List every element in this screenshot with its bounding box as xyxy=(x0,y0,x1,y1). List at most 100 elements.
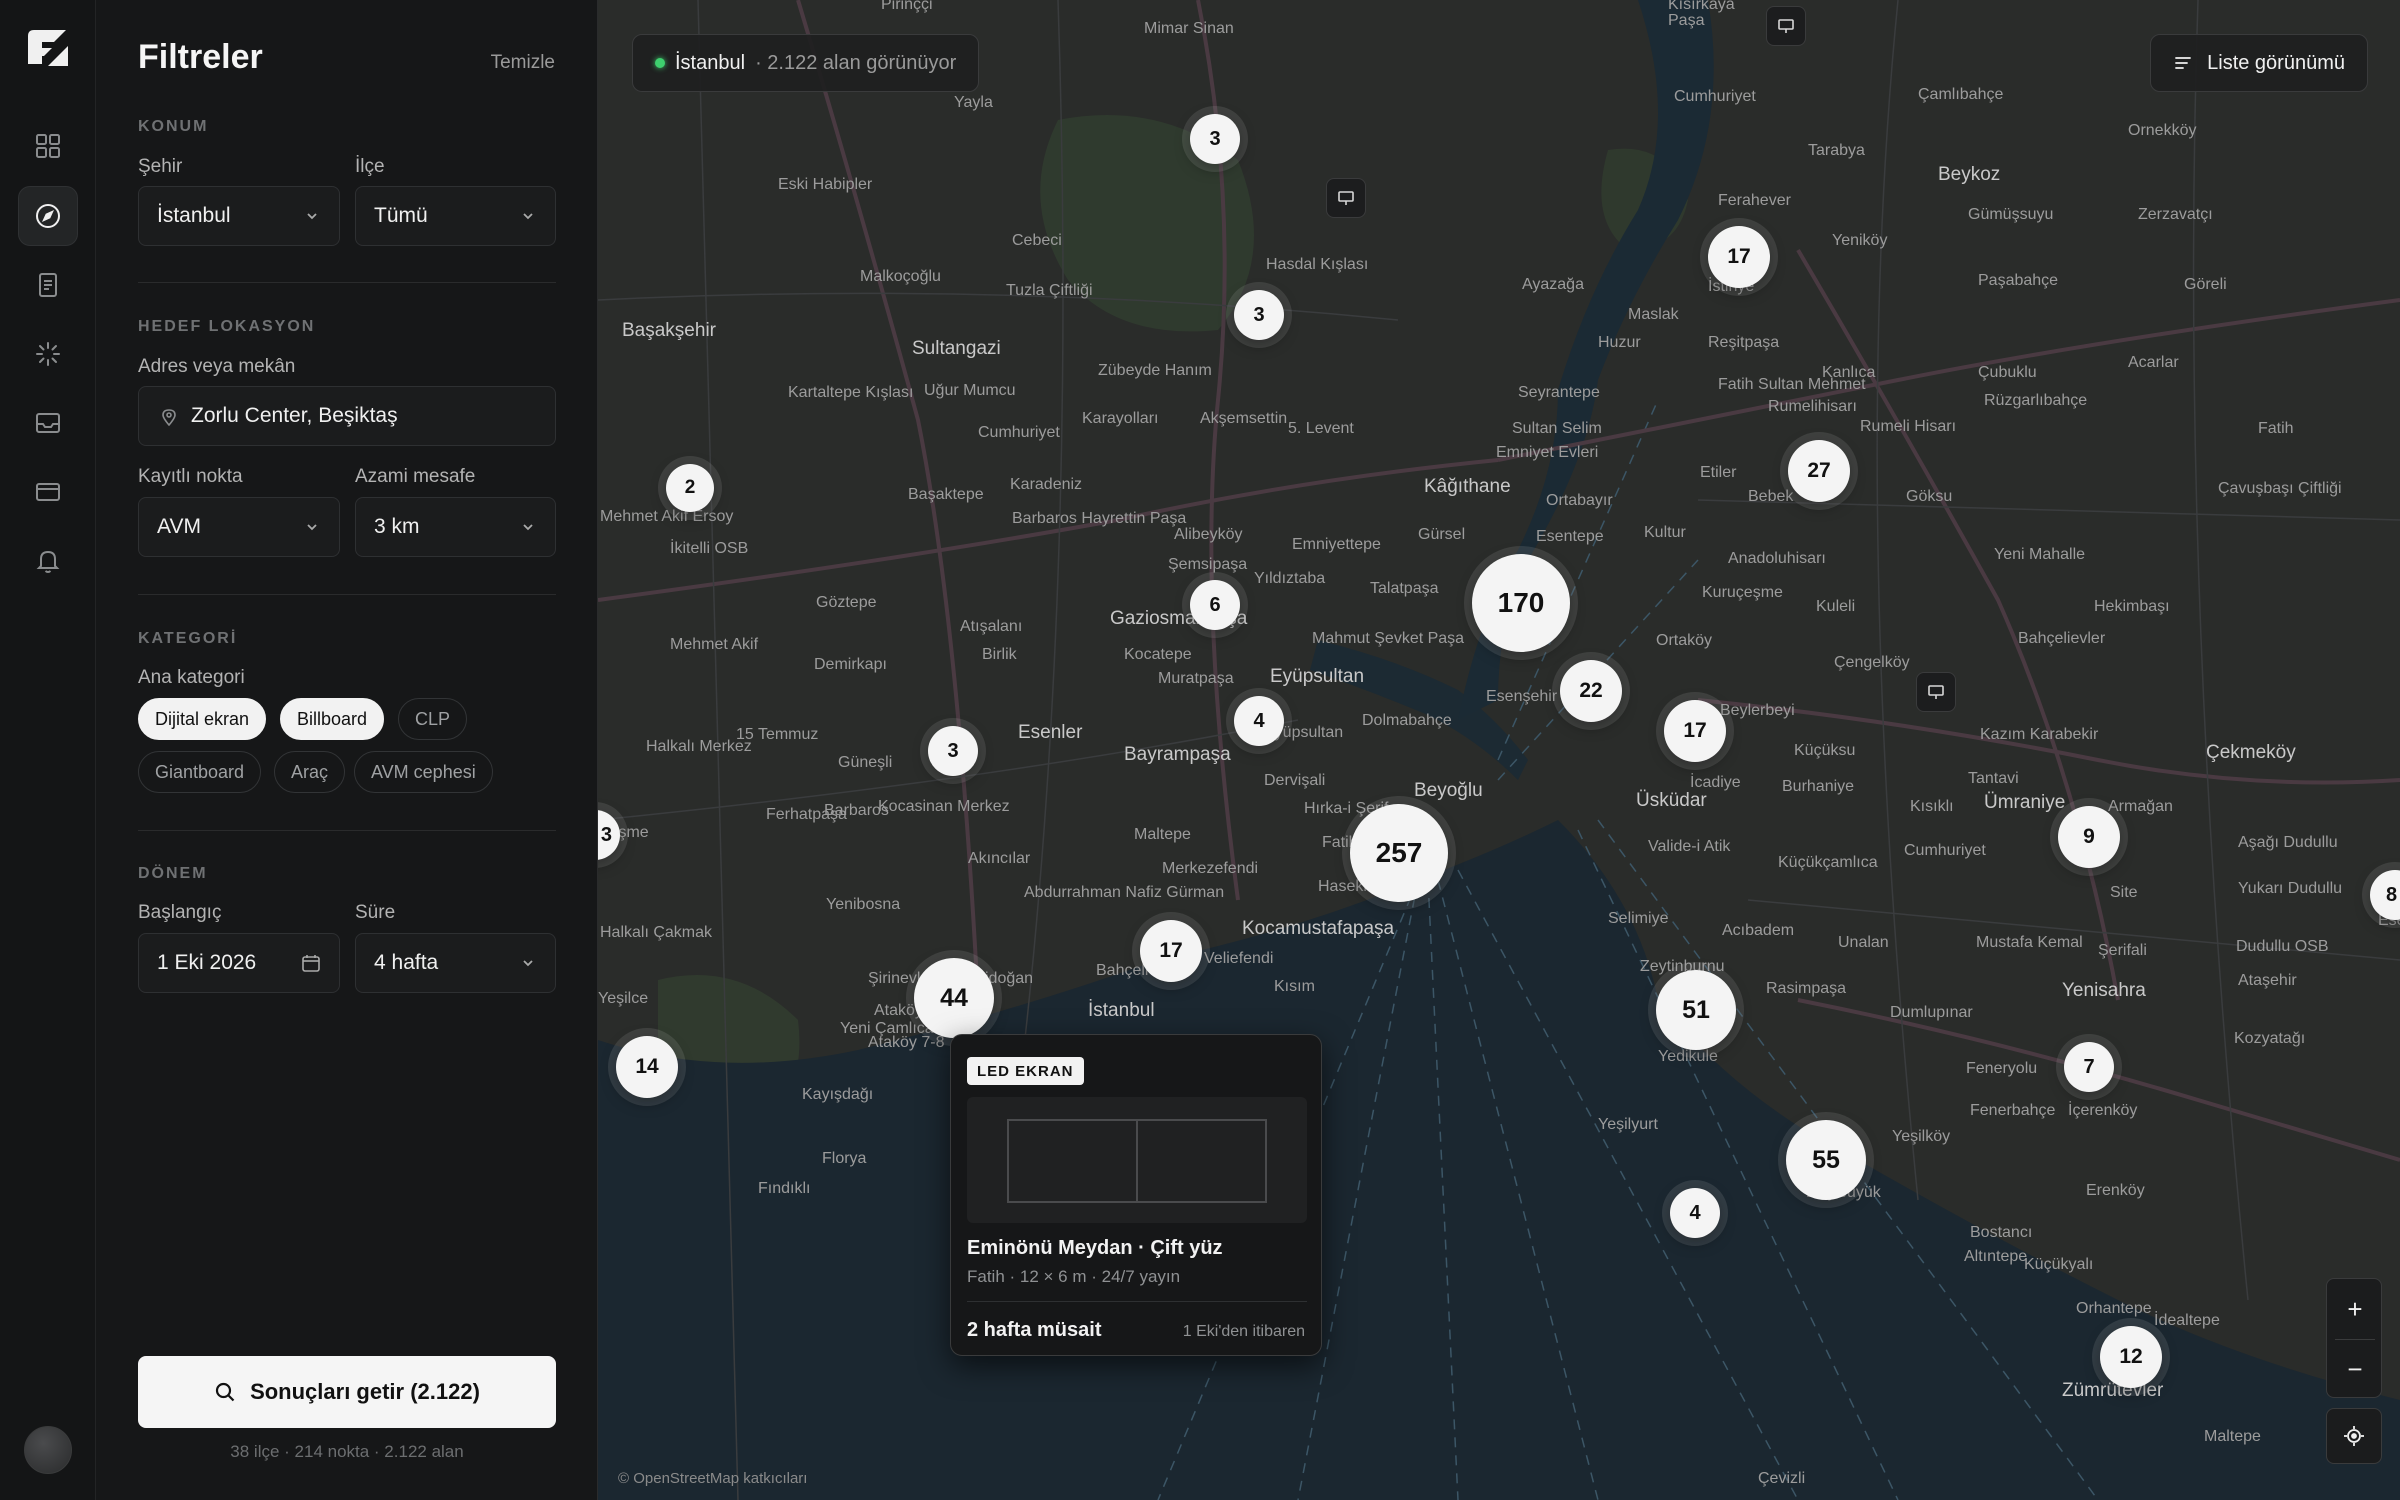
place-label: Bebek xyxy=(1748,488,1794,505)
place-label: Mahmut Şevket Paşa xyxy=(1312,630,1465,647)
place-label: Çekmeköy xyxy=(2206,742,2296,763)
notifications-nav-item[interactable] xyxy=(18,531,78,591)
place-label: Göztepe xyxy=(816,594,877,611)
explore-nav-item[interactable] xyxy=(18,186,78,246)
map-cluster[interactable]: 17 xyxy=(1140,920,1202,982)
duration-select[interactable]: 4 hafta xyxy=(355,933,556,993)
location-pin-icon xyxy=(162,409,176,426)
chip-digital-screen[interactable]: Dijital ekran xyxy=(138,698,267,740)
place-label: Eyüpsultan xyxy=(1270,666,1365,687)
place-label: Kazım Karabekir xyxy=(1980,726,2099,743)
chip-clp[interactable]: CLP xyxy=(398,698,468,740)
bell-icon xyxy=(36,550,60,573)
place-label: Emniyet Evleri xyxy=(1496,444,1599,461)
map-cluster[interactable]: 3 xyxy=(1234,290,1284,340)
place-label: Sultan Selim xyxy=(1512,420,1602,437)
user-avatar[interactable] xyxy=(24,1426,72,1474)
map-cluster[interactable]: 55 xyxy=(1786,1120,1866,1200)
billing-nav-item[interactable] xyxy=(18,462,78,522)
district-select[interactable]: Tümü xyxy=(355,186,556,246)
map-cluster[interactable]: 3 xyxy=(1190,114,1240,164)
map-status-pill: İstanbul · 2.122 alan görünüyor xyxy=(632,34,980,92)
map-cluster[interactable]: 17 xyxy=(1708,226,1770,288)
place-label: Mehmet Akif Ersoy xyxy=(600,508,734,525)
app-logo-icon[interactable] xyxy=(24,26,70,70)
map-cluster[interactable]: 17 xyxy=(1664,700,1726,762)
map-cluster[interactable]: 2 xyxy=(666,464,714,512)
place-label: Feneryolu xyxy=(1966,1060,2038,1077)
start-date-label: Başlangıç xyxy=(138,902,222,923)
place-label: Halkalı Çakmak xyxy=(600,924,713,941)
duration-label: Süre xyxy=(355,902,396,923)
zoom-out-button[interactable]: − xyxy=(2327,1339,2383,1399)
activity-nav-item[interactable] xyxy=(18,324,78,384)
chip-giantboard[interactable]: Giantboard xyxy=(138,751,262,793)
map-cluster[interactable]: 44 xyxy=(914,958,994,1038)
address-label: Adres veya mekân xyxy=(138,356,296,377)
list-view-button[interactable]: Liste görünümü xyxy=(2150,34,2368,92)
map-cluster[interactable]: 51 xyxy=(1656,970,1736,1050)
live-status-dot xyxy=(655,58,665,68)
place-label: Maltepe xyxy=(2204,1428,2261,1445)
get-results-button[interactable]: Sonuçları getir (2.122) xyxy=(138,1356,556,1428)
place-label: Unalan xyxy=(1838,934,1889,951)
clear-filters-link[interactable]: Temizle xyxy=(491,52,555,74)
place-label: Veliefendi xyxy=(1204,950,1274,967)
max-distance-select[interactable]: 3 km xyxy=(355,497,556,557)
place-label: Çevizli xyxy=(1758,1470,1806,1487)
place-label: Fenerbahçe xyxy=(1970,1102,2056,1119)
map-cluster[interactable]: 12 xyxy=(2100,1326,2162,1388)
site-name: Eminönü Meydan · Çift yüz xyxy=(967,1237,1223,1259)
chip-mall-facade[interactable]: AVM cephesi xyxy=(354,751,493,793)
section-divider xyxy=(138,830,556,831)
site-preview-image xyxy=(967,1097,1307,1223)
map-attribution[interactable]: © OpenStreetMap katkıcıları xyxy=(618,1470,807,1487)
chevron-down-icon xyxy=(523,524,533,531)
chip-billboard[interactable]: Billboard xyxy=(280,698,385,740)
billboard-pin[interactable] xyxy=(1766,6,1806,46)
map-cluster[interactable]: 7 xyxy=(2064,1042,2114,1092)
chip-vehicle[interactable]: Araç xyxy=(274,751,346,793)
place-label: Yenisahra xyxy=(2062,980,2146,1001)
start-date-input[interactable]: 1 Eki 2026 xyxy=(138,933,340,993)
map-cluster[interactable]: 4 xyxy=(1670,1188,1720,1238)
city-select[interactable]: İstanbul xyxy=(138,186,340,246)
place-label: Gümüşsuyu xyxy=(1968,206,2054,223)
map-cluster[interactable]: 9 xyxy=(2058,806,2120,868)
place-label: İçerenköy xyxy=(2068,1102,2138,1119)
address-input[interactable]: Zorlu Center, Beşiktaş xyxy=(138,386,556,446)
place-label: Göreli xyxy=(2184,276,2227,293)
place-label: Yedikule xyxy=(1658,1048,1718,1065)
map-cluster[interactable]: 4 xyxy=(1234,696,1284,746)
map-cluster[interactable]: 27 xyxy=(1788,440,1850,502)
place-label: Akıncılar xyxy=(968,850,1031,867)
place-label: Zübeyde Hanım xyxy=(1098,362,1212,379)
section-divider xyxy=(138,594,556,595)
map-cluster[interactable]: 14 xyxy=(616,1036,678,1098)
site-popup-card[interactable]: LED EKRAN Eminönü Meydan · Çift yüz Fati… xyxy=(950,1034,1322,1356)
saved-point-select[interactable]: AVM xyxy=(138,497,340,557)
map-cluster[interactable]: 3 xyxy=(928,726,978,776)
place-label: Huzur xyxy=(1598,334,1641,351)
main-category-label: Ana kategori xyxy=(138,667,245,688)
inbox-nav-item[interactable] xyxy=(18,393,78,453)
dashboard-nav-item[interactable] xyxy=(18,116,78,176)
place-label: Yukarı Dudullu xyxy=(2238,880,2343,897)
map-cluster[interactable]: 257 xyxy=(1350,804,1448,902)
map-cluster[interactable]: 170 xyxy=(1472,554,1570,652)
place-label: Küçükçamlıca xyxy=(1778,854,1878,871)
locate-me-button[interactable] xyxy=(2326,1408,2382,1464)
place-label: Cebeci xyxy=(1012,232,1062,249)
map-cluster[interactable]: 6 xyxy=(1190,580,1240,630)
billboard-pin[interactable] xyxy=(1916,672,1956,712)
place-label: Ortaköy xyxy=(1656,632,1713,649)
place-label: Valide-i Atik xyxy=(1648,838,1731,855)
map-view[interactable]: Pirinççi Mimar Sinan Kısırkaya Paşa Yayl… xyxy=(598,0,2400,1500)
grid-icon xyxy=(36,134,60,158)
chevron-down-icon xyxy=(307,524,317,531)
place-label: Tuzla Çiftliği xyxy=(1006,282,1093,299)
map-cluster[interactable]: 22 xyxy=(1560,660,1622,722)
zoom-in-button[interactable]: + xyxy=(2327,1279,2383,1339)
documents-nav-item[interactable] xyxy=(18,255,78,315)
billboard-pin[interactable] xyxy=(1326,178,1366,218)
